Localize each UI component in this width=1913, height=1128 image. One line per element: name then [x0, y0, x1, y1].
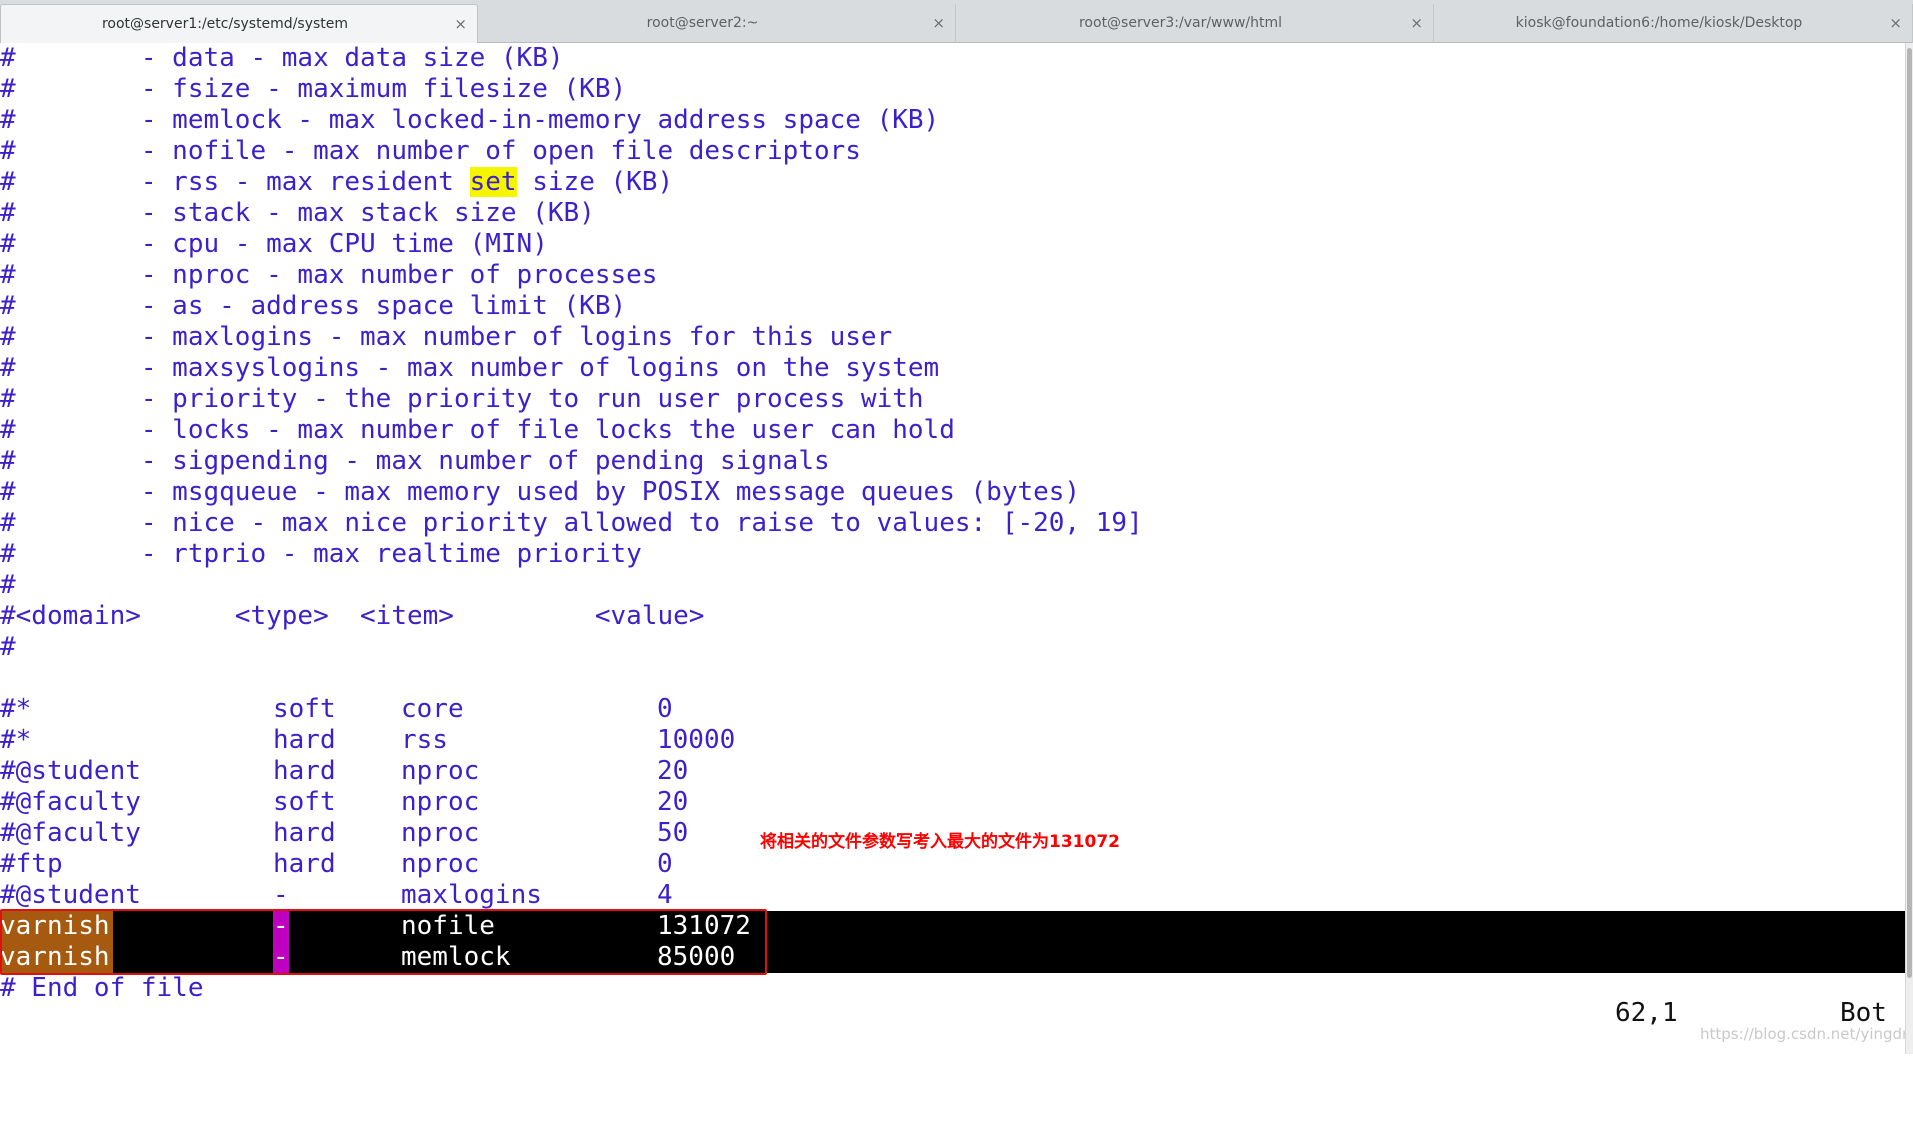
comment-line: # - rss - max resident set size (KB)	[0, 167, 673, 198]
domain-cell: #@faculty	[0, 787, 141, 817]
type-cell: soft	[273, 694, 336, 724]
item-cell: nproc	[401, 849, 480, 879]
comment-line: #	[0, 570, 16, 600]
watermark: https://blog.csdn.net/yingdry	[1700, 1025, 1913, 1043]
comment-line: # - sigpending - max number of pending s…	[0, 446, 830, 476]
value-cell: 20	[657, 787, 689, 817]
tab-server3[interactable]: root@server3:/var/www/html ×	[956, 4, 1434, 43]
comment-line: # - nproc - max number of processes	[0, 260, 658, 290]
limits-row: #* soft core 0	[0, 694, 673, 725]
value-cell: 4	[657, 880, 673, 910]
item-cell: rss	[401, 725, 448, 755]
value-cell: 0	[657, 694, 673, 724]
comment-line: # - nofile - max number of open file des…	[0, 136, 861, 166]
close-icon[interactable]: ×	[1410, 14, 1423, 32]
terminal-area[interactable]: # - data - max data size (KB) # - fsize …	[0, 43, 1913, 1054]
value-cell: 0	[657, 849, 673, 879]
limits-row: #@student hard nproc 20	[0, 756, 688, 787]
comment-line: # - stack - max stack size (KB)	[0, 198, 595, 228]
item-cell: nproc	[401, 818, 480, 848]
limits-row: #@faculty hard nproc 50	[0, 818, 688, 849]
domain-cell: #@student	[0, 756, 141, 786]
comment-line: # - priority - the priority to run user …	[0, 384, 924, 414]
comment-line: #	[0, 632, 16, 662]
tab-server1[interactable]: root@server1:/etc/systemd/system ×	[0, 4, 478, 43]
item-cell: core	[401, 694, 464, 724]
limits-row: #@student - maxlogins 4	[0, 880, 673, 911]
terminal-tab-bar: root@server1:/etc/systemd/system × root@…	[0, 0, 1913, 43]
comment-line: # - msgqueue - max memory used by POSIX …	[0, 477, 1081, 507]
scroll-indicator: Bot	[1840, 998, 1887, 1028]
domain-cell: #*	[0, 725, 32, 755]
domain-cell: #*	[0, 694, 32, 724]
limits-row: #ftp hard nproc 0	[0, 849, 673, 880]
cursor-position: 62,1	[1615, 998, 1678, 1028]
item-cell: nproc	[401, 787, 480, 817]
domain-cell: #ftp	[0, 849, 63, 879]
comment-line: # - fsize - maximum filesize (KB)	[0, 74, 627, 104]
scrollbar-thumb[interactable]	[1907, 48, 1912, 978]
type-cell: hard	[273, 725, 336, 755]
domain-cell: #@faculty	[0, 818, 141, 848]
comment-text: size (KB)	[516, 167, 674, 197]
close-icon[interactable]: ×	[1889, 14, 1902, 32]
item-cell: nproc	[401, 756, 480, 786]
tab-title: root@server1:/etc/systemd/system	[101, 16, 349, 32]
comment-text: # - rss - max resident	[0, 167, 470, 197]
limits-row: #* hard rss 10000	[0, 725, 735, 756]
comment-line: # - locks - max number of file locks the…	[0, 415, 955, 445]
comment-line: # - cpu - max CPU time (MIN)	[0, 229, 548, 259]
domain-cell: #@student	[0, 880, 141, 910]
item-cell: maxlogins	[401, 880, 542, 910]
red-annotation-box	[0, 909, 767, 975]
type-cell: soft	[273, 787, 336, 817]
type-cell: -	[273, 880, 289, 910]
tab-foundation6[interactable]: kiosk@foundation6:/home/kiosk/Desktop ×	[1434, 4, 1913, 43]
end-of-file-line: # End of file	[0, 973, 204, 1003]
close-icon[interactable]: ×	[932, 14, 945, 32]
comment-line: # - data - max data size (KB)	[0, 43, 564, 73]
type-cell: hard	[273, 818, 336, 848]
annotation-note: 将相关的文件参数写考入最大的文件为131072	[760, 832, 1120, 852]
comment-line: # - nice - max nice priority allowed to …	[0, 508, 1143, 538]
tab-title: root@server3:/var/www/html	[1078, 15, 1283, 31]
comment-line: # - as - address space limit (KB)	[0, 291, 627, 321]
tab-title: kiosk@foundation6:/home/kiosk/Desktop	[1515, 15, 1803, 31]
tab-server2[interactable]: root@server2:~ ×	[478, 4, 956, 43]
close-icon[interactable]: ×	[454, 15, 467, 33]
tab-title: root@server2:~	[646, 15, 759, 31]
type-cell: hard	[273, 849, 336, 879]
column-header: #<domain> <type> <item> <value>	[0, 601, 705, 631]
vertical-scrollbar[interactable]	[1905, 43, 1913, 1054]
comment-line: # - maxlogins - max number of logins for…	[0, 322, 893, 352]
type-cell: hard	[273, 756, 336, 786]
comment-line: # - memlock - max locked-in-memory addre…	[0, 105, 940, 135]
limits-row: #@faculty soft nproc 20	[0, 787, 688, 818]
value-cell: 20	[657, 756, 689, 786]
value-cell: 50	[657, 818, 689, 848]
comment-line: # - rtprio - max realtime priority	[0, 539, 642, 569]
search-highlight: set	[469, 167, 517, 197]
value-cell: 10000	[657, 725, 736, 755]
comment-line: # - maxsyslogins - max number of logins …	[0, 353, 940, 383]
